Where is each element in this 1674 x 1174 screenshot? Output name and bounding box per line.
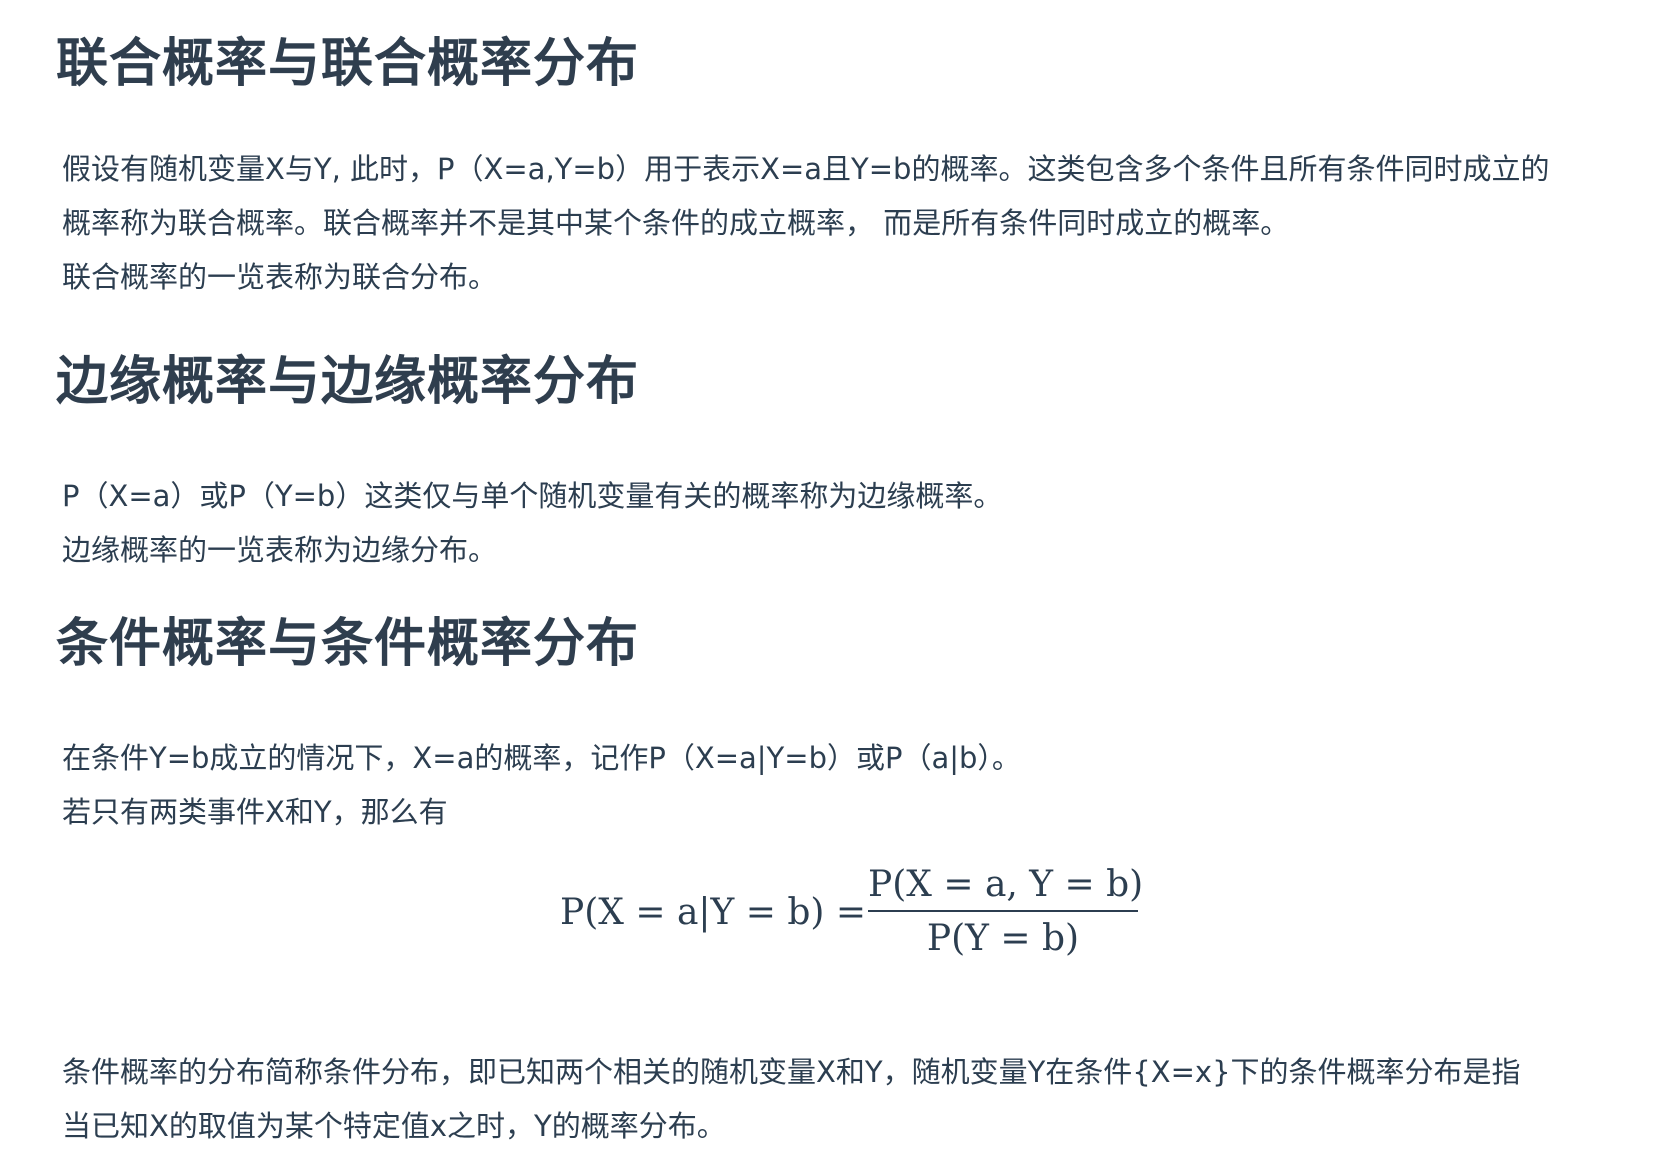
conditional-probability-formula: P(X = a|Y = b) = P(X = a, Y = b) P(Y = b…	[560, 862, 1160, 962]
document-page: 联合概率与联合概率分布 假设有随机变量X与Y, 此时，P（X=a,Y=b）用于表…	[0, 0, 1674, 1174]
fraction-bar	[868, 910, 1138, 912]
text-line: 联合概率的一览表称为联合分布。	[62, 260, 498, 294]
section-heading-joint: 联合概率与联合概率分布	[56, 34, 640, 94]
paragraph-joint: 假设有随机变量X与Y, 此时，P（X=a,Y=b）用于表示X=a且Y=b的概率。…	[62, 142, 1549, 304]
text-line: 概率称为联合概率。联合概率并不是其中某个条件的成立概率， 而是所有条件同时成立的…	[62, 206, 1290, 240]
formula-lhs: P(X = a|Y = b) =	[560, 892, 867, 933]
formula-numerator: P(X = a, Y = b)	[868, 864, 1144, 905]
text-line: P（X=a）或P（Y=b）这类仅与单个随机变量有关的概率称为边缘概率。	[62, 479, 1003, 513]
paragraph-conditional: 在条件Y=b成立的情况下，X=a的概率，记作P（X=a|Y=b）或P（a|b）。…	[62, 731, 1021, 839]
text-line: 当已知X的取值为某个特定值x之时，Y的概率分布。	[62, 1109, 726, 1143]
formula-fraction: P(X = a, Y = b) P(Y = b)	[868, 862, 1144, 962]
section-heading-conditional: 条件概率与条件概率分布	[56, 614, 640, 674]
paragraph-marginal: P（X=a）或P（Y=b）这类仅与单个随机变量有关的概率称为边缘概率。 边缘概率…	[62, 469, 1002, 577]
text-line: 假设有随机变量X与Y, 此时，P（X=a,Y=b）用于表示X=a且Y=b的概率。…	[62, 152, 1550, 186]
text-line: 边缘概率的一览表称为边缘分布。	[62, 533, 498, 567]
text-line: 若只有两类事件X和Y，那么有	[62, 795, 448, 829]
paragraph-conditional-distribution: 条件概率的分布简称条件分布，即已知两个相关的随机变量X和Y，随机变量Y在条件{X…	[62, 1045, 1521, 1153]
section-heading-marginal: 边缘概率与边缘概率分布	[56, 352, 640, 412]
text-line: 在条件Y=b成立的情况下，X=a的概率，记作P（X=a|Y=b）或P（a|b）。	[62, 741, 1021, 775]
formula-denominator: P(Y = b)	[926, 918, 1080, 959]
text-line: 条件概率的分布简称条件分布，即已知两个相关的随机变量X和Y，随机变量Y在条件{X…	[62, 1055, 1521, 1089]
